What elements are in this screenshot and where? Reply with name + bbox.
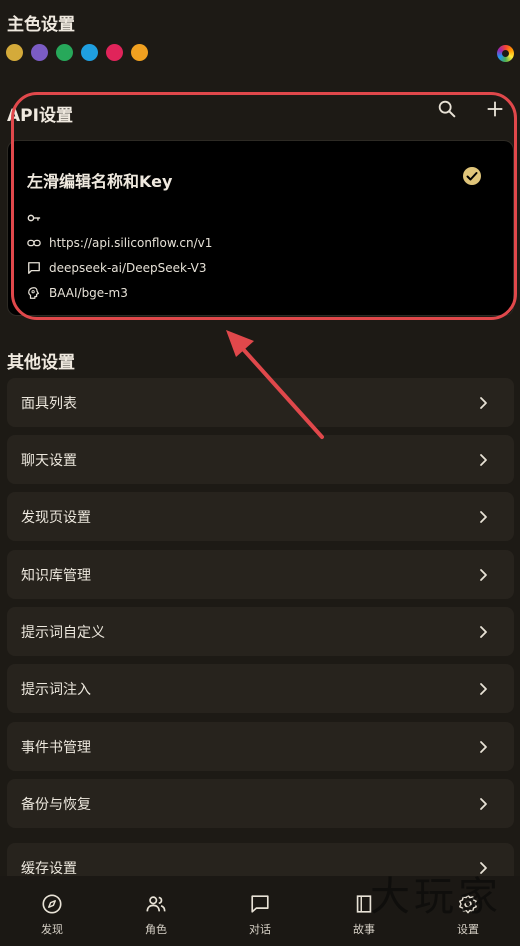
users-icon xyxy=(145,893,167,915)
menu-item-label: 提示词自定义 xyxy=(21,625,105,641)
api-config-card[interactable]: 左滑编辑名称和Key https://api.siliconflow.cn/v1… xyxy=(7,140,514,316)
key-icon xyxy=(27,211,41,225)
message-icon xyxy=(27,261,41,275)
check-circle-icon xyxy=(462,166,482,186)
api-settings-title: API设置 xyxy=(7,106,73,126)
api-url-value: https://api.siliconflow.cn/v1 xyxy=(49,236,213,250)
chevron-right-icon xyxy=(476,567,490,581)
menu-item-label: 知识库管理 xyxy=(21,568,91,584)
menu-item-label: 聊天设置 xyxy=(21,453,77,469)
chevron-right-icon xyxy=(476,624,490,638)
custom-color-picker-icon[interactable] xyxy=(497,45,514,62)
menu-item-chat-settings[interactable]: 聊天设置 xyxy=(7,435,514,484)
swatch-yellow[interactable] xyxy=(6,44,23,61)
theme-swatches xyxy=(6,44,148,61)
nav-label: 发现 xyxy=(41,923,63,936)
swatch-purple[interactable] xyxy=(31,44,48,61)
api-card-title: 左滑编辑名称和Key xyxy=(27,172,173,191)
watermark: 大玩家 xyxy=(370,874,502,920)
theme-color-title: 主色设置 xyxy=(7,15,75,35)
swatch-red[interactable] xyxy=(106,44,123,61)
chevron-right-icon xyxy=(476,739,490,753)
chevron-right-icon xyxy=(476,452,490,466)
menu-item-label: 事件书管理 xyxy=(21,740,91,756)
add-icon[interactable] xyxy=(484,98,506,120)
embedding-model-value: BAAI/bge-m3 xyxy=(49,286,128,300)
chevron-right-icon xyxy=(476,796,490,810)
nav-characters[interactable]: 角色 xyxy=(104,876,208,946)
menu-item-discover-settings[interactable]: 发现页设置 xyxy=(7,492,514,541)
search-icon[interactable] xyxy=(436,98,458,120)
other-settings-title: 其他设置 xyxy=(7,353,75,373)
nav-label: 对话 xyxy=(249,923,271,936)
api-key-row xyxy=(27,211,49,225)
nav-label: 角色 xyxy=(145,923,167,936)
menu-item-label: 发现页设置 xyxy=(21,510,91,526)
chat-model-value: deepseek-ai/DeepSeek-V3 xyxy=(49,261,207,275)
menu-item-label: 面具列表 xyxy=(21,396,77,412)
menu-item-label: 缓存设置 xyxy=(21,861,77,877)
menu-item-label: 备份与恢复 xyxy=(21,797,91,813)
api-url-row: https://api.siliconflow.cn/v1 xyxy=(27,236,212,250)
nav-discover[interactable]: 发现 xyxy=(0,876,104,946)
link-icon xyxy=(27,236,41,250)
nav-label: 设置 xyxy=(457,923,479,936)
chevron-right-icon xyxy=(476,395,490,409)
swatch-blue[interactable] xyxy=(81,44,98,61)
chevron-right-icon xyxy=(476,509,490,523)
menu-item-label: 提示词注入 xyxy=(21,682,91,698)
compass-icon xyxy=(41,893,63,915)
swatch-green[interactable] xyxy=(56,44,73,61)
embedding-model-row: BAAI/bge-m3 xyxy=(27,286,128,300)
brain-icon xyxy=(27,286,41,300)
swatch-orange[interactable] xyxy=(131,44,148,61)
api-actions xyxy=(436,98,506,120)
menu-item-event-book[interactable]: 事件书管理 xyxy=(7,722,514,771)
nav-label: 故事 xyxy=(353,923,375,936)
chevron-right-icon xyxy=(476,681,490,695)
nav-chat[interactable]: 对话 xyxy=(208,876,312,946)
menu-item-masks[interactable]: 面具列表 xyxy=(7,378,514,427)
menu-item-prompt-injection[interactable]: 提示词注入 xyxy=(7,664,514,713)
menu-item-backup-restore[interactable]: 备份与恢复 xyxy=(7,779,514,828)
chat-model-row: deepseek-ai/DeepSeek-V3 xyxy=(27,261,206,275)
menu-item-prompt-custom[interactable]: 提示词自定义 xyxy=(7,607,514,656)
chat-icon xyxy=(249,893,271,915)
menu-item-knowledge-base[interactable]: 知识库管理 xyxy=(7,550,514,599)
